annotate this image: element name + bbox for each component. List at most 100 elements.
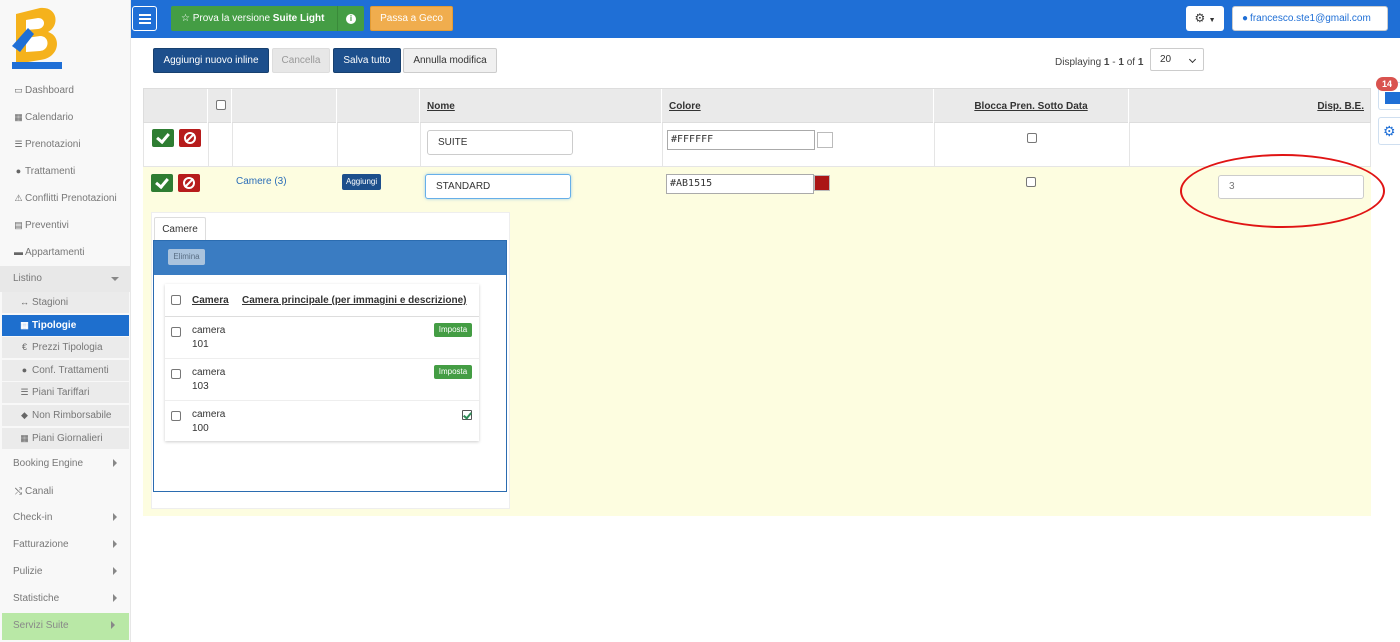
info-button[interactable]: i xyxy=(337,6,364,31)
try-suite-light-button[interactable]: ☆ Prova la versione Suite Light i xyxy=(171,6,364,31)
sidebar-item-statistiche[interactable]: Statistiche xyxy=(0,586,131,613)
header-disp[interactable]: Disp. B.E. xyxy=(1129,89,1370,124)
user-account-button[interactable]: ● francesco.ste1@gmail.com xyxy=(1232,6,1388,31)
colore-input[interactable]: #FFFFFF xyxy=(667,130,815,150)
nome-input[interactable]: SUITE xyxy=(427,130,573,155)
table-row: camera 103 Imposta xyxy=(165,359,479,401)
header-colore[interactable]: Colore xyxy=(662,89,934,124)
row-checkbox[interactable] xyxy=(171,369,181,379)
settings-dropdown-button[interactable]: ⚙ ▼ xyxy=(1186,6,1224,31)
imposta-button[interactable]: Imposta xyxy=(434,323,472,337)
delete-button[interactable]: Cancella xyxy=(272,48,330,73)
header-camera[interactable]: Camera xyxy=(192,295,229,306)
shuffle-icon: ⤭ xyxy=(14,485,23,496)
color-swatch[interactable] xyxy=(817,132,833,148)
imposta-button[interactable]: Imposta xyxy=(434,365,472,379)
sidebar-item-trattamenti[interactable]: ● Trattamenti xyxy=(0,158,131,185)
chevron-down-icon xyxy=(1188,55,1197,64)
sidebar-item-fatturazione[interactable]: Fatturazione xyxy=(0,532,131,559)
cancel-row-button[interactable] xyxy=(178,174,200,192)
page-size-select[interactable]: 20 xyxy=(1150,48,1204,71)
header-camera-principale[interactable]: Camera principale (per immagini e descri… xyxy=(242,295,467,306)
highlight-annotation xyxy=(1180,154,1385,228)
sidebar-item-tipologie[interactable]: ▦ Tipologie xyxy=(2,314,129,336)
listino-submenu: ↔ Stagioni ▦ Tipologie € Prezzi Tipologia ●… xyxy=(2,292,129,449)
camere-tab-content: Elimina Camera Camera principale (per im… xyxy=(153,240,507,492)
table-row: SUITE #FFFFFF xyxy=(143,123,1371,167)
sidebar-item-dashboard[interactable]: ▭ Dashboard xyxy=(0,77,131,104)
document-icon: ▤ xyxy=(14,220,23,230)
header-detail xyxy=(232,89,337,124)
sidebar: ▭ Dashboard ▦ Calendario ☰ Prenotazioni ● Tr… xyxy=(0,0,131,642)
sidebar-item-listino[interactable]: Listino xyxy=(0,266,131,292)
list-icon: ☰ xyxy=(14,139,23,149)
save-all-button[interactable]: Salva tutto xyxy=(333,48,401,73)
notification-badge: 14 xyxy=(1376,77,1398,91)
header-nome[interactable]: Nome xyxy=(420,89,662,124)
envelope-icon xyxy=(1385,92,1400,104)
caret-right-icon xyxy=(113,566,117,575)
bed-icon: ▬ xyxy=(14,247,23,257)
sidebar-item-pulizie[interactable]: Pulizie xyxy=(0,559,131,586)
select-all-checkbox[interactable] xyxy=(216,100,226,110)
delete-button[interactable]: Elimina xyxy=(168,249,205,265)
grid-header: Nome Colore Blocca Pren. Sotto Data Disp… xyxy=(143,88,1371,124)
sidebar-item-non-rimborsabile[interactable]: ◆ Non Rimborsabile xyxy=(2,404,129,426)
sidebar-item-piani-giornalieri[interactable]: ▦ Piani Giornalieri xyxy=(2,427,129,449)
sidebar-item-canali[interactable]: ⤭ Canali xyxy=(0,478,131,505)
add-inline-button[interactable]: Aggiungi nuovo inline xyxy=(153,48,269,73)
sidebar-item-prenotazioni[interactable]: ☰ Prenotazioni xyxy=(0,131,131,158)
row-checkbox[interactable] xyxy=(171,327,181,337)
caret-down-icon xyxy=(111,277,119,281)
camere-table: Camera Camera principale (per immagini e… xyxy=(165,284,479,441)
sidebar-item-booking-engine[interactable]: Booking Engine xyxy=(0,451,131,478)
caret-right-icon xyxy=(113,593,117,602)
arrows-horizontal-icon: ↔ xyxy=(20,297,29,307)
sidebar-item-conflitti[interactable]: ⚠ Conflitti Prenotazioni xyxy=(0,185,131,212)
sidebar-item-servizi-suite[interactable]: Servizi Suite xyxy=(2,612,129,640)
color-swatch[interactable] xyxy=(814,175,830,191)
caret-down-icon: ▼ xyxy=(1208,17,1216,24)
camere-link[interactable]: Camere (3) xyxy=(236,176,287,187)
sidebar-item-conf-trattamenti[interactable]: ● Conf. Trattamenti xyxy=(2,359,129,381)
blocca-checkbox[interactable] xyxy=(1026,177,1036,187)
table-row: camera 100 xyxy=(165,401,479,443)
aggiungi-button[interactable]: Aggiungi xyxy=(342,174,382,190)
undo-changes-button[interactable]: Annulla modifica xyxy=(403,48,497,73)
header-extra xyxy=(337,89,420,124)
euro-icon: € xyxy=(21,342,27,353)
select-all-checkbox[interactable] xyxy=(171,295,181,305)
sidebar-item-prezzi-tipologia[interactable]: € Prezzi Tipologia xyxy=(2,337,129,359)
subpanel-toolbar: Elimina xyxy=(154,241,506,275)
sidebar-item-calendario[interactable]: ▦ Calendario xyxy=(0,104,131,131)
camere-table-header: Camera Camera principale (per immagini e… xyxy=(165,284,479,317)
sidebar-item-check-in[interactable]: Check-in xyxy=(0,505,131,532)
sidebar-item-appartamenti[interactable]: ▬ Appartamenti xyxy=(0,239,131,266)
colore-input[interactable]: #AB1515 xyxy=(666,174,814,194)
hamburger-menu-button[interactable] xyxy=(132,6,157,31)
grid-icon: ▦ xyxy=(20,319,29,330)
table-row: camera 101 Imposta xyxy=(165,317,479,359)
tab-camere[interactable]: Camere xyxy=(154,217,206,241)
switch-to-geco-button[interactable]: Passa a Geco xyxy=(370,6,453,31)
row-checkbox[interactable] xyxy=(171,411,181,421)
sidebar-item-stagioni[interactable]: ↔ Stagioni xyxy=(2,292,129,313)
header-blocca[interactable]: Blocca Pren. Sotto Data xyxy=(934,89,1129,124)
bb-planner-logo[interactable] xyxy=(10,6,68,70)
config-button[interactable]: ⚙ xyxy=(1378,117,1400,145)
monitor-icon: ▭ xyxy=(14,85,23,95)
apple-icon: ● xyxy=(21,364,28,375)
grid-icon: ▦ xyxy=(20,432,29,443)
list-icon: ☰ xyxy=(20,387,29,398)
confirm-row-button[interactable] xyxy=(151,174,173,192)
main-room-checkbox[interactable] xyxy=(462,410,472,420)
calendar-icon: ▦ xyxy=(14,112,23,122)
sidebar-item-preventivi[interactable]: ▤ Preventivi xyxy=(0,212,131,239)
sidebar-item-piani-tariffari[interactable]: ☰ Piani Tariffari xyxy=(2,382,129,404)
header-select xyxy=(208,89,232,124)
caret-right-icon xyxy=(111,620,115,629)
nome-input[interactable]: STANDARD xyxy=(425,174,571,199)
cancel-row-button[interactable] xyxy=(179,129,201,147)
confirm-row-button[interactable] xyxy=(152,129,174,147)
blocca-checkbox[interactable] xyxy=(1027,133,1037,143)
